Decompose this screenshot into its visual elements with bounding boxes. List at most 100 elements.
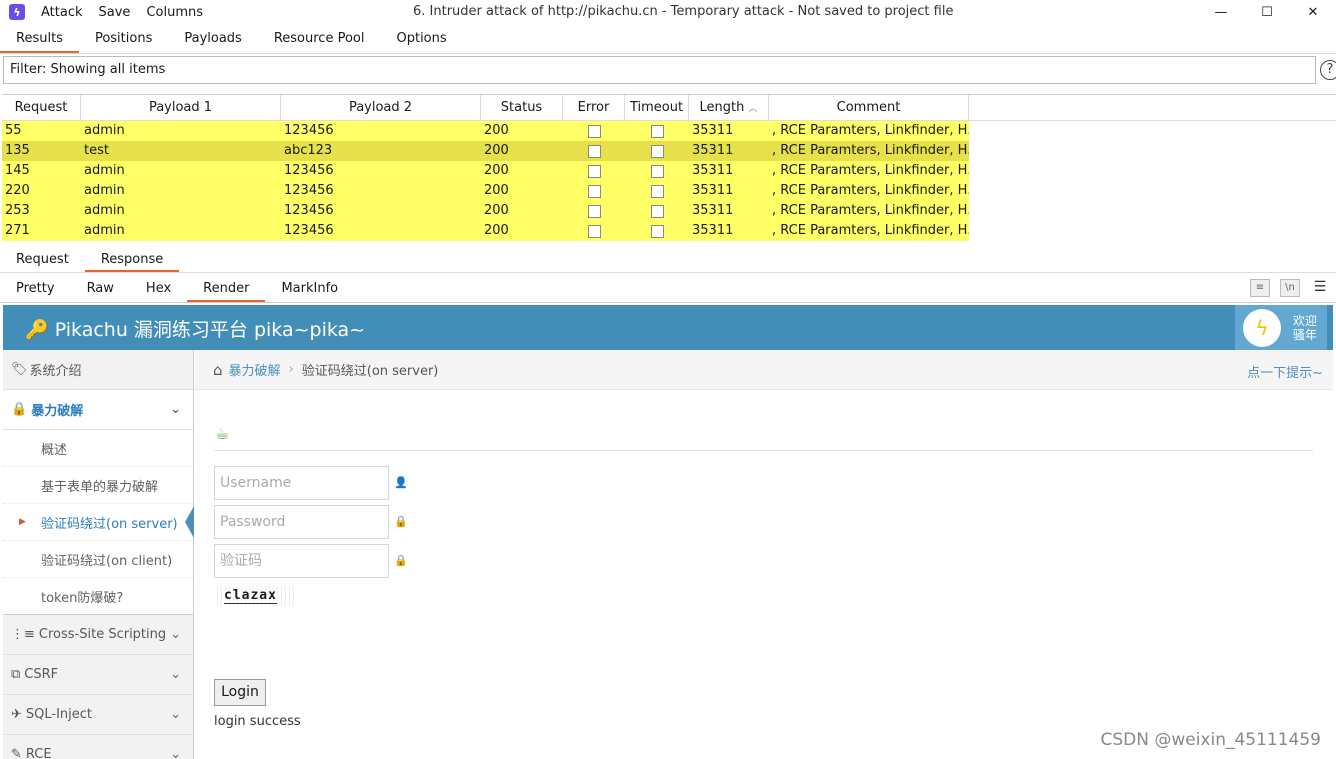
tab-positions[interactable]: Positions [79,24,168,53]
checkbox[interactable] [650,164,664,178]
sidebar-sub-captcha-server[interactable]: ▶ 验证码绕过(on server) [3,504,194,541]
tab-options[interactable]: Options [380,24,462,53]
table-row[interactable]: 145 admin 123456 200 35311 , RCE Paramters, L… [2,161,969,181]
sidebar-sub-form-brute[interactable]: 基于表单的暴力破解 [3,467,193,504]
welcome-text: 欢迎 骚年 [1293,314,1317,342]
newline-icon[interactable]: \n [1280,279,1300,297]
tab-hex[interactable]: Hex [130,275,187,302]
menu-attack[interactable]: Attack [41,5,83,20]
maximize-button[interactable]: ☐ [1244,0,1290,24]
col-status[interactable]: Status [481,95,563,120]
checkbox[interactable] [587,164,601,178]
checkbox[interactable] [650,144,664,158]
tab-render[interactable]: Render [187,275,266,302]
cell-p1: admin [84,163,125,178]
sidebar-sub-label: 验证码绕过(on server) [41,516,178,532]
minimize-button[interactable]: — [1198,0,1244,24]
welcome-line2: 骚年 [1293,327,1318,342]
user-menu[interactable]: ϟ 欢迎 骚年 [1235,305,1327,350]
tab-pretty[interactable]: Pretty [0,275,71,302]
brand-text: Pikachu 漏洞练习平台 pika~pika~ [54,319,366,341]
col-payload2[interactable]: Payload 2 [281,95,481,120]
site-brand[interactable]: 🔑 Pikachu 漏洞练习平台 pika~pika~ [25,315,365,342]
hint-link[interactable]: 点一下提示~ [1247,362,1323,381]
breadcrumb-parent[interactable]: 暴力破解 [229,360,281,379]
sidebar-item-label: 暴力破解 [31,404,84,419]
menu-icon[interactable]: ☰ [1310,279,1330,297]
username-input[interactable]: Username [214,466,389,500]
checkbox[interactable] [650,204,664,218]
chevron-down-icon: ⌄ [170,667,181,682]
col-length-label: Length [699,100,745,115]
lock-icon: 🔒 [394,554,408,567]
help-icon[interactable]: ? [1320,60,1336,80]
filter-bar[interactable]: Filter: Showing all items [3,56,1316,84]
sidebar-sub-captcha-client[interactable]: 验证码绕过(on client) [3,541,193,578]
close-button[interactable]: ✕ [1290,0,1336,24]
wrap-lines-icon[interactable]: ≡ [1250,279,1270,297]
home-icon[interactable]: ⌂ [213,361,223,379]
col-timeout[interactable]: Timeout [625,95,689,120]
table-row[interactable]: 135 test abc123 200 35311 , RCE Paramters, Li… [2,141,969,161]
tab-markinfo[interactable]: MarkInfo [265,275,354,302]
table-body: 55 admin 123456 200 35311 , RCE Paramters, Li… [2,121,1336,241]
tab-results[interactable]: Results [0,24,79,53]
tab-payloads[interactable]: Payloads [168,24,257,53]
password-input[interactable]: Password [214,505,389,539]
cell-comment: , RCE Paramters, Linkfinder, H... [772,123,969,138]
table-row[interactable]: 253 admin 123456 200 35311 , RCE Paramters, L… [2,201,969,221]
sidebar: 🏷 系统介绍 🔒 暴力破解 ⌄ 概述 基于表单的暴力破解 ▶ 验证码绕过(on serv… [3,350,194,759]
checkbox[interactable] [587,224,601,238]
tab-resource-pool[interactable]: Resource Pool [258,24,381,53]
lock-icon: 🔒 [394,515,408,528]
sidebar-sub-token[interactable]: token防爆破? [3,578,193,615]
checkbox[interactable] [587,124,601,138]
menu-save[interactable]: Save [99,5,131,20]
sidebar-item-brute[interactable]: 🔒 暴力破解 ⌄ [3,390,193,430]
checkbox[interactable] [587,204,601,218]
cell-p2: abc123 [284,143,333,158]
checkbox[interactable] [650,184,664,198]
cell-len: 35311 [692,123,734,138]
sidebar-item-label: RCE [25,747,52,759]
col-error[interactable]: Error [563,95,625,120]
burp-app-icon: ϟ [9,4,25,20]
checkbox[interactable] [587,184,601,198]
welcome-line1: 欢迎 [1293,313,1318,328]
col-length[interactable]: Length ︿ [689,95,769,120]
captcha-input[interactable]: 验证码 [214,544,389,578]
tab-request[interactable]: Request [0,247,85,272]
sidebar-item-csrf[interactable]: ⧉ CSRF ⌄ [3,655,193,695]
cell-error [563,141,625,161]
cell-status: 200 [484,123,509,138]
cell-timeout [625,141,689,161]
sidebar-sub-overview[interactable]: 概述 [3,430,193,467]
sidebar-item-xss[interactable]: ⋮≡ Cross-Site Scripting ⌄ [3,615,193,655]
login-button[interactable]: Login [214,679,266,706]
cell-status: 200 [484,223,509,238]
sidebar-item-intro[interactable]: 🏷 系统介绍 [3,350,193,390]
table-row[interactable]: 271 admin 123456 200 35311 , RCE Paramters, L… [2,221,969,241]
cell-comment: , RCE Paramters, Linkfinder, H... [772,183,969,198]
tab-response[interactable]: Response [84,247,180,272]
menu-columns[interactable]: Columns [146,5,203,20]
cell-p1: admin [84,203,125,218]
cell-comment: , RCE Paramters, Linkfinder, H... [772,163,969,178]
pikachu-avatar: ϟ [1243,308,1281,347]
captcha-image[interactable]: clazax [214,586,294,606]
checkbox[interactable] [587,144,601,158]
attack-tabs: Results Positions Payloads Resource Pool… [0,24,1336,54]
lock-icon: 🔒 [11,402,28,417]
pencil-icon: ✎ [11,747,22,759]
sidebar-item-sqli[interactable]: ✈ SQL-Inject ⌄ [3,695,193,735]
col-payload1[interactable]: Payload 1 [81,95,281,120]
chevron-down-icon: ⌄ [170,707,181,722]
tab-raw[interactable]: Raw [71,275,130,302]
col-request[interactable]: Request [2,95,81,120]
sidebar-item-rce[interactable]: ✎ RCE ⌄ [3,735,193,759]
col-comment[interactable]: Comment [769,95,969,120]
checkbox[interactable] [650,224,664,238]
table-row[interactable]: 220 admin 123456 200 35311 , RCE Paramters, L… [2,181,969,201]
checkbox[interactable] [650,124,664,138]
table-row[interactable]: 55 admin 123456 200 35311 , RCE Paramters, Li… [2,121,969,141]
